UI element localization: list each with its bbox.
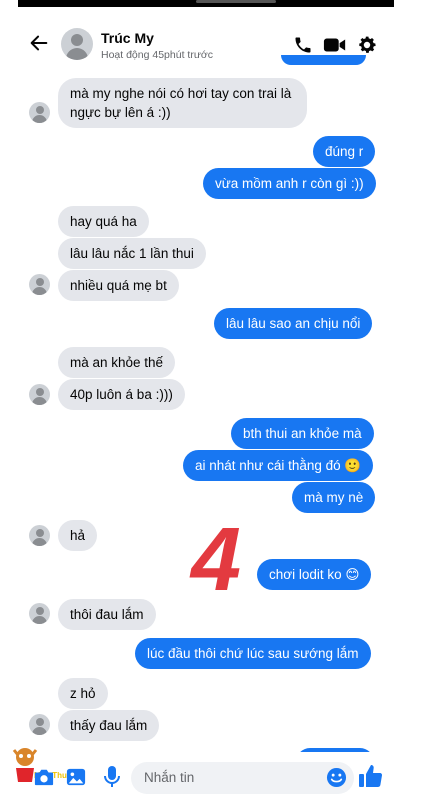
message-bubble[interactable]: mà an khỏe thế: [58, 347, 176, 378]
gear-icon[interactable]: [356, 34, 378, 56]
microphone-icon[interactable]: [104, 765, 120, 789]
message-bubble[interactable]: hả: [58, 520, 98, 551]
message-bubble-partial[interactable]: [281, 55, 366, 65]
message-bubble[interactable]: bth thui an khỏe mà: [231, 418, 374, 449]
message-input-placeholder: Nhắn tin: [144, 770, 195, 785]
message-bubble[interactable]: chơi lodit ko 😊: [257, 559, 372, 590]
sender-avatar: [29, 102, 50, 123]
sender-avatar: [29, 525, 50, 546]
svg-text:4: 4: [189, 514, 241, 594]
message-bubble[interactable]: đúng r: [313, 136, 376, 167]
camera-icon[interactable]: [33, 767, 55, 787]
contact-status: Hoạt động 45phút trước: [101, 49, 213, 61]
message-bubble[interactable]: vừa mồm anh r còn gì :)): [203, 168, 376, 199]
message-bubble[interactable]: mà my nè: [292, 482, 376, 513]
message-bubble[interactable]: lâu lâu nắc 1 lần thui: [58, 238, 206, 269]
message-bubble[interactable]: thôi đau lắm: [58, 599, 156, 630]
image-icon[interactable]: [65, 767, 87, 787]
thumbs-up-icon[interactable]: [358, 763, 384, 789]
message-bubble[interactable]: z hỏ: [58, 678, 108, 709]
watermark-number: 4: [189, 514, 241, 594]
phone-icon[interactable]: [292, 35, 314, 55]
emoji-icon[interactable]: [326, 767, 347, 788]
back-arrow-icon[interactable]: [28, 32, 50, 54]
message-bubble[interactable]: lâu lâu sao an chịu nổi: [214, 308, 373, 339]
message-bubble[interactable]: mà my nghe nói có hơi tay con trai là ng…: [58, 78, 307, 128]
notch: [196, 0, 276, 3]
message-input[interactable]: Nhắn tin: [131, 762, 354, 794]
chat-header: Trúc My Hoạt động 45phút trước: [0, 18, 442, 70]
message-bubble[interactable]: 40p luôn á ba :))): [58, 379, 185, 410]
message-bubble[interactable]: nhiều quá mẹ bt: [58, 270, 179, 301]
sender-avatar: [29, 714, 50, 735]
message-bubble[interactable]: ai nhát như cái thằng đó 🙂: [183, 450, 374, 481]
message-bubble[interactable]: lúc đầu thôi chứ lúc sau sướng lắm: [135, 638, 371, 669]
message-bubble[interactable]: hay quá ha: [58, 206, 149, 237]
video-camera-icon[interactable]: [323, 35, 347, 55]
sender-avatar: [29, 603, 50, 624]
contact-name[interactable]: Trúc My: [101, 30, 154, 46]
status-bar: [18, 0, 394, 7]
sender-avatar: [29, 274, 50, 295]
message-bubble[interactable]: thấy đau lắm: [58, 710, 160, 741]
sender-avatar: [29, 384, 50, 405]
contact-avatar[interactable]: [61, 28, 93, 60]
